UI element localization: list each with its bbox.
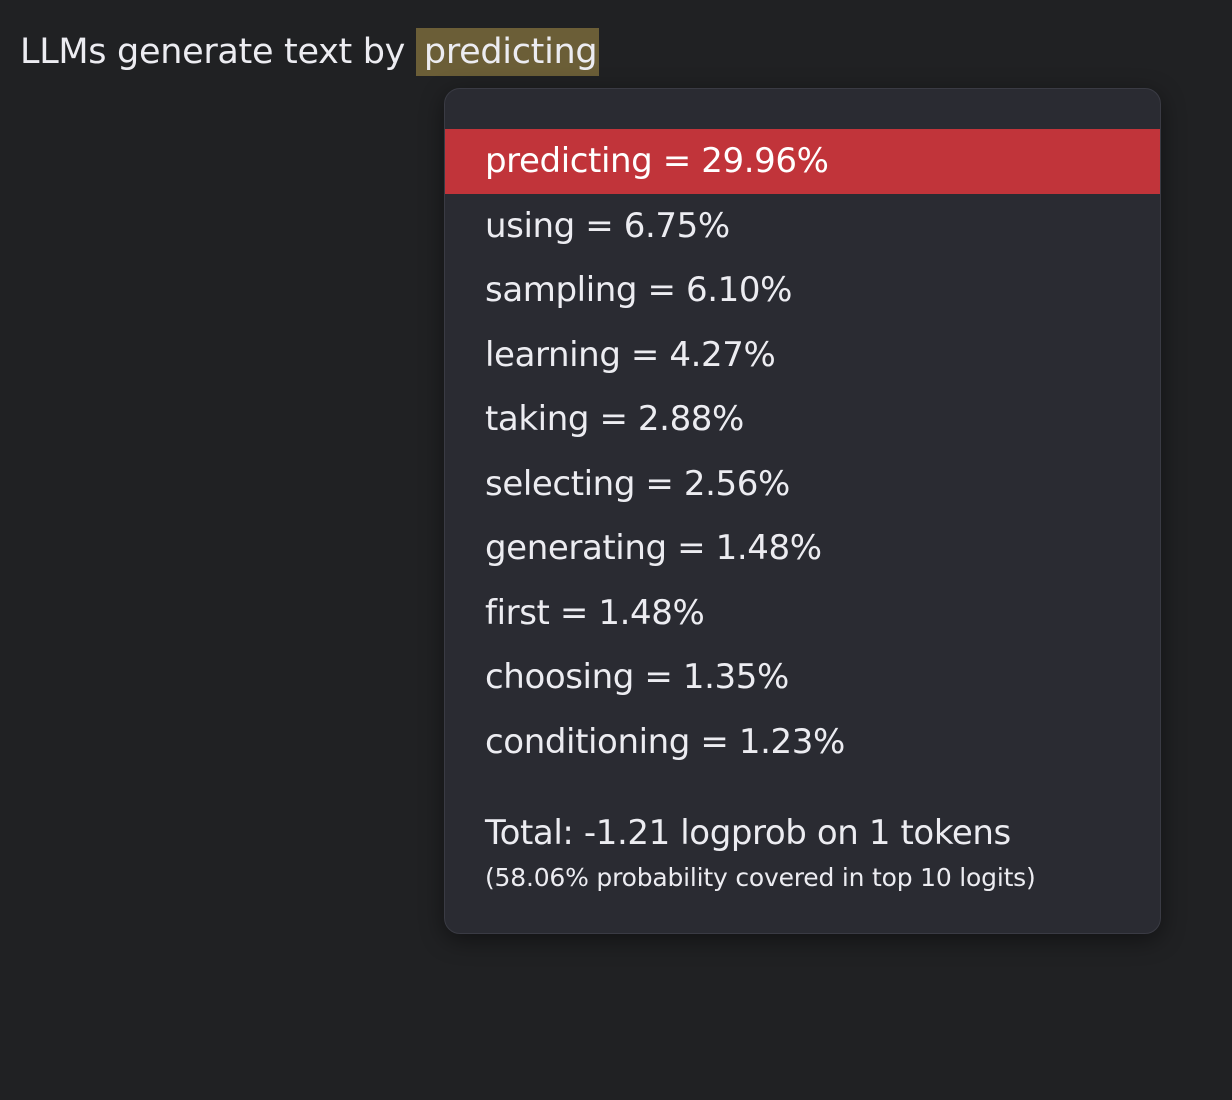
token-option[interactable]: sampling = 6.10% bbox=[445, 258, 1160, 323]
total-logprob-text: Total: -1.21 logprob on 1 tokens bbox=[485, 813, 1011, 853]
token-option[interactable]: using = 6.75% bbox=[445, 194, 1160, 259]
token-option[interactable]: generating = 1.48% bbox=[445, 516, 1160, 581]
highlighted-token[interactable]: predicting bbox=[415, 28, 600, 76]
prompt-text: LLMs generate text by bbox=[20, 32, 416, 72]
token-options-list: predicting = 29.96% using = 6.75% sampli… bbox=[445, 129, 1160, 774]
token-probabilities-popup: predicting = 29.96% using = 6.75% sampli… bbox=[444, 88, 1161, 934]
token-option[interactable]: conditioning = 1.23% bbox=[445, 710, 1160, 775]
token-option[interactable]: first = 1.48% bbox=[445, 581, 1160, 646]
token-option[interactable]: learning = 4.27% bbox=[445, 323, 1160, 388]
token-option[interactable]: predicting = 29.96% bbox=[445, 129, 1160, 194]
editor-text[interactable]: LLMs generate text by predicting bbox=[20, 24, 600, 80]
coverage-text: (58.06% probability covered in top 10 lo… bbox=[485, 863, 1036, 892]
token-option[interactable]: selecting = 2.56% bbox=[445, 452, 1160, 517]
token-option[interactable]: taking = 2.88% bbox=[445, 387, 1160, 452]
token-option[interactable]: choosing = 1.35% bbox=[445, 645, 1160, 710]
